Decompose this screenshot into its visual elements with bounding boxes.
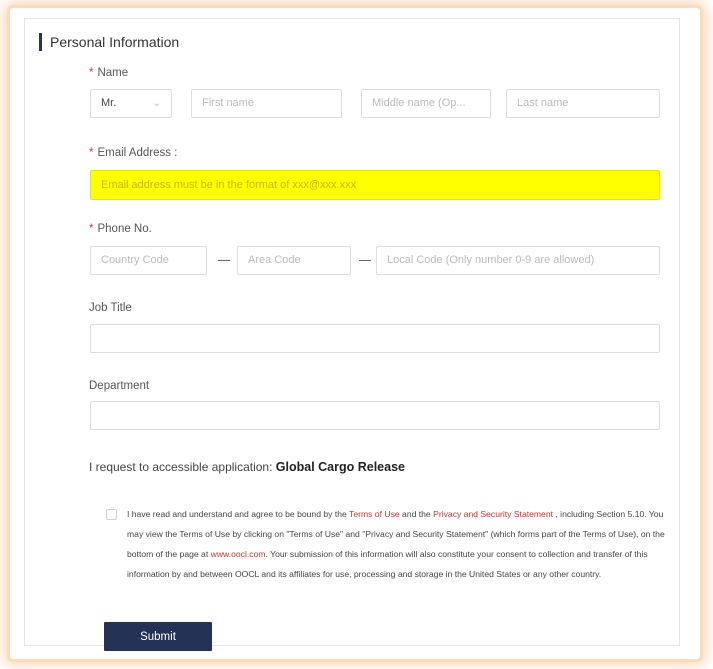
chevron-down-icon: ⌄ xyxy=(152,98,161,109)
oocl-site-link[interactable]: www.oocl.com xyxy=(211,549,266,559)
required-mark: * xyxy=(89,67,94,79)
job-title-label: Job Title xyxy=(89,302,132,314)
phone-label-text: Phone No. xyxy=(97,223,152,235)
application-request: I request to accessible application: Glo… xyxy=(89,460,405,474)
terms-checkbox[interactable] xyxy=(106,509,117,520)
required-mark: * xyxy=(89,147,94,159)
name-label: * Name xyxy=(89,66,128,80)
phone-separator xyxy=(359,260,371,261)
salutation-value: Mr. xyxy=(101,97,117,109)
terms-of-use-link[interactable]: Terms of Use xyxy=(349,509,400,519)
phone-separator xyxy=(218,260,230,261)
submit-button[interactable]: Submit xyxy=(104,622,212,651)
application-name: Global Cargo Release xyxy=(275,460,405,474)
section-title: Personal Information xyxy=(39,33,179,51)
required-mark: * xyxy=(89,223,94,235)
phone-label: * Phone No. xyxy=(89,222,152,236)
email-label: * Email Address : xyxy=(89,146,177,160)
screenshot-frame: Personal Information * Name Mr. ⌄ First n… xyxy=(10,8,700,659)
request-prefix: I request to accessible application: xyxy=(89,460,276,474)
name-label-text: Name xyxy=(97,67,129,79)
job-title-input[interactable] xyxy=(90,324,660,353)
middle-name-input[interactable]: Middle name (Op... xyxy=(361,89,491,118)
email-input[interactable]: Email address must be in the format of x… xyxy=(90,170,660,200)
privacy-statement-link[interactable]: Privacy and Security Statement xyxy=(433,509,553,519)
local-code-input[interactable]: Local Code (Only number 0-9 are allowed) xyxy=(376,246,660,275)
terms-text-2: and the xyxy=(399,509,434,519)
terms-agreement-text: I have read and understand and agree to … xyxy=(127,504,671,584)
email-label-text: Email Address : xyxy=(97,147,178,159)
salutation-select[interactable]: Mr. ⌄ xyxy=(90,89,172,118)
department-label: Department xyxy=(89,380,150,392)
terms-text-1: I have read and understand and agree to … xyxy=(127,509,350,519)
first-name-input[interactable]: First name xyxy=(191,89,342,118)
country-code-input[interactable]: Country Code xyxy=(90,246,207,275)
last-name-input[interactable]: Last name xyxy=(506,89,660,118)
department-input[interactable] xyxy=(90,401,660,430)
area-code-input[interactable]: Area Code xyxy=(237,246,351,275)
